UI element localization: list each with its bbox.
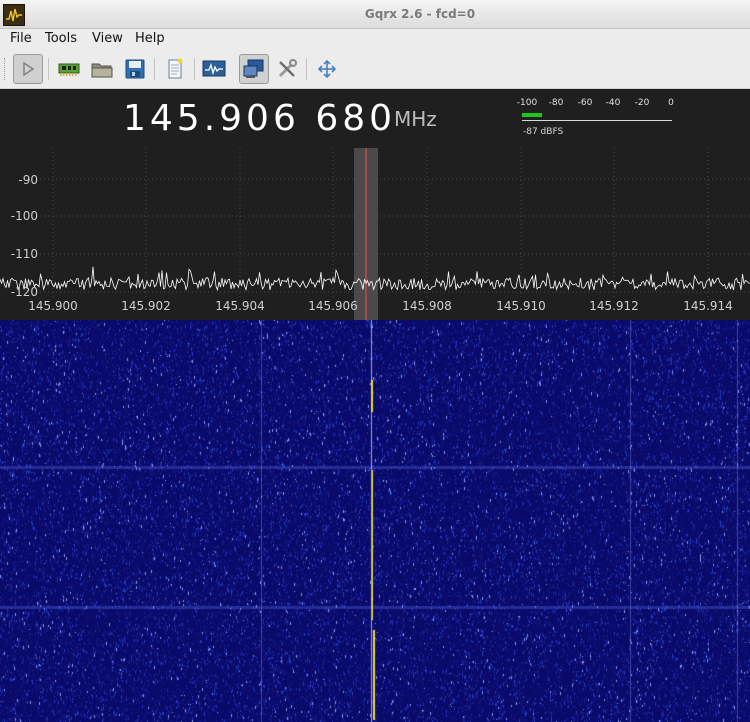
x-axis-label: 145.912 bbox=[589, 299, 639, 313]
notes-button[interactable] bbox=[160, 54, 190, 84]
remote-control-button[interactable] bbox=[239, 54, 269, 84]
y-axis-label: -100 bbox=[10, 209, 38, 223]
y-axis-label: -110 bbox=[10, 247, 38, 261]
menu-tools[interactable]: Tools bbox=[45, 31, 77, 46]
title-bar: Gqrx 2.6 - fcd=0 bbox=[0, 0, 750, 29]
toolbar-grip[interactable] bbox=[4, 58, 8, 80]
menu-bar: File Tools View Help bbox=[0, 29, 750, 49]
meter-tick-label: -60 bbox=[577, 98, 593, 108]
save-settings-button[interactable] bbox=[120, 54, 150, 84]
x-axis-label: 145.900 bbox=[28, 299, 78, 313]
tools-icon bbox=[278, 59, 297, 78]
menu-help[interactable]: Help bbox=[135, 31, 165, 46]
x-axis-label: 145.914 bbox=[683, 299, 733, 313]
hardware-board-icon bbox=[58, 63, 80, 76]
meter-baseline bbox=[522, 120, 672, 121]
frequency-unit: MHz bbox=[394, 107, 437, 131]
save-icon bbox=[125, 59, 145, 79]
toolbar bbox=[0, 50, 750, 89]
window-title: Gqrx 2.6 - fcd=0 bbox=[364, 7, 476, 21]
tools-button[interactable] bbox=[272, 54, 302, 84]
y-axis-label: -120 bbox=[10, 285, 38, 299]
start-dsp-button[interactable] bbox=[13, 54, 43, 84]
menu-file[interactable]: File bbox=[10, 31, 32, 46]
folder-open-icon bbox=[91, 63, 113, 78]
play-icon bbox=[23, 61, 35, 77]
meter-tick-label: -20 bbox=[634, 98, 650, 108]
meter-tick-label: 0 bbox=[668, 98, 674, 108]
meter-tick-label: -40 bbox=[605, 98, 621, 108]
meter-readout: -87 dBFS bbox=[523, 127, 564, 137]
x-axis-label: 145.902 bbox=[121, 299, 171, 313]
remote-control-icon bbox=[243, 59, 264, 78]
x-axis-label: 145.904 bbox=[215, 299, 265, 313]
waterfall-display[interactable] bbox=[0, 320, 750, 722]
waveform-icon bbox=[202, 60, 226, 77]
load-settings-button[interactable] bbox=[87, 54, 117, 84]
x-axis-label: 145.908 bbox=[402, 299, 452, 313]
signal-meter: -100 -80 -60 -40 -20 0 -87 dBFS bbox=[514, 98, 676, 140]
y-axis-label: -90 bbox=[18, 173, 38, 187]
meter-tick-label: -100 bbox=[516, 98, 538, 108]
x-axis-label: 145.906 bbox=[308, 299, 358, 313]
fullscreen-icon bbox=[317, 59, 337, 79]
spectrum-grid bbox=[40, 148, 750, 298]
io-devices-button[interactable] bbox=[54, 54, 84, 84]
notes-icon bbox=[168, 58, 183, 79]
meter-tick-label: -80 bbox=[548, 98, 564, 108]
spectrum-plot[interactable] bbox=[0, 148, 750, 320]
menu-view[interactable]: View bbox=[92, 31, 123, 46]
meter-level-bar bbox=[522, 113, 542, 117]
fft-settings-button[interactable] bbox=[199, 54, 229, 84]
fullscreen-button[interactable] bbox=[312, 54, 342, 84]
x-axis-label: 145.910 bbox=[496, 299, 546, 313]
frequency-display[interactable]: 145.906 680 bbox=[123, 98, 396, 139]
